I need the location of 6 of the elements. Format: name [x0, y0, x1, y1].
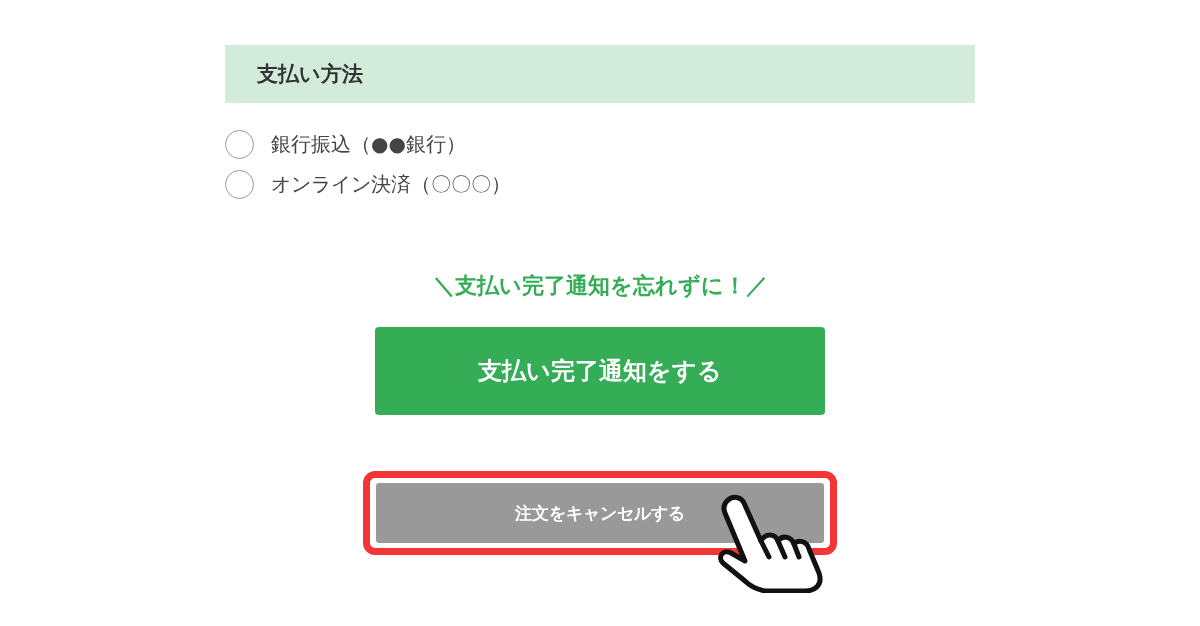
- reminder-text: ＼支払い完了通知を忘れずに！／: [431, 272, 769, 300]
- section-heading: 支払い方法: [225, 45, 975, 103]
- option-label: オンライン決済（〇〇〇）: [271, 171, 511, 198]
- payment-option[interactable]: 銀行振込（●●銀行）: [225, 130, 975, 159]
- payment-option[interactable]: オンライン決済（〇〇〇）: [225, 170, 975, 199]
- option-label: 銀行振込（●●銀行）: [271, 131, 466, 158]
